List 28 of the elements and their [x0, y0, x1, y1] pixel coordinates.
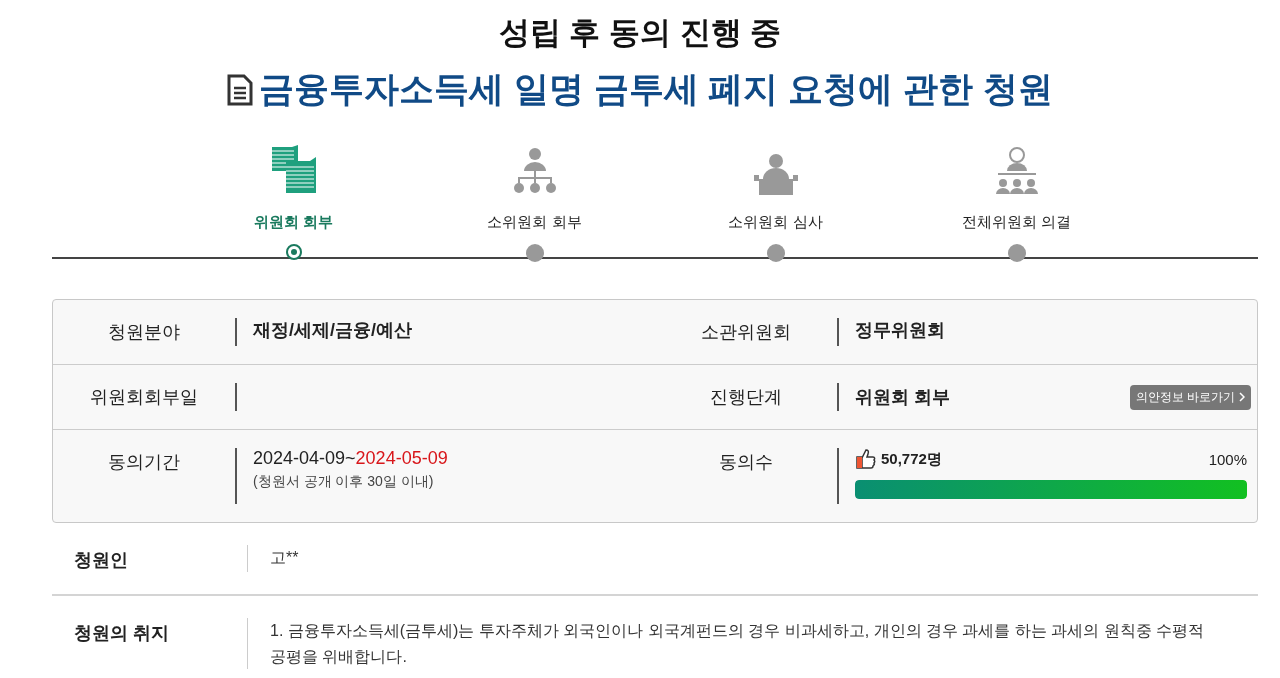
field-label: 진행단계	[709, 386, 783, 409]
petition-title: 금융투자소득세 일명 금투세 폐지 요청에 관한 청원	[259, 68, 1053, 110]
field-value: 위원회 회부	[855, 386, 950, 409]
petitioner-name: 고**	[270, 549, 299, 566]
chevron-right-icon	[1239, 392, 1245, 402]
agreement-period: 2024-04-09~2024-05-09	[253, 448, 449, 469]
purpose-label: 청원의 취지	[73, 622, 170, 645]
step-label: 위원회 회부	[253, 213, 334, 232]
petition-status: 성립 후 동의 진행 중	[497, 14, 783, 52]
field-label: 동의수	[718, 451, 774, 474]
document-icon	[227, 73, 254, 106]
petitioner-label: 청원인	[73, 549, 129, 572]
thumbs-up-icon	[855, 448, 877, 470]
period-note: (청원서 공개 이후 30일 이내)	[253, 473, 435, 491]
bill-info-link-button[interactable]: 의안정보 바로가기	[1129, 384, 1251, 410]
step-label: 소위원회 회부	[487, 213, 582, 232]
field-label: 소관위원회	[700, 321, 792, 344]
field-label: 청원분야	[107, 321, 181, 344]
step-label: 소위원회 심사	[728, 213, 823, 232]
field-value: 재정/세제/금융/예산	[253, 319, 413, 342]
field-label: 동의기간	[107, 451, 181, 474]
field-value: 정무위원회	[855, 319, 946, 342]
field-label: 위원회회부일	[89, 386, 199, 409]
agreement-count: 50,772명	[881, 449, 942, 469]
step-label: 전체위원회 의결	[961, 213, 1072, 232]
agreement-percent: 100%	[1208, 450, 1247, 468]
purpose-text: 1. 금융투자소득세(금투세)는 투자주체가 외국인이나 외국계펀드의 경우 비과세하고, 개인의 경우 과세를 하는 과세의 원칙중 수평적 공평을 위배합니다.	[270, 621, 1205, 667]
documents-icon	[269, 143, 318, 195]
